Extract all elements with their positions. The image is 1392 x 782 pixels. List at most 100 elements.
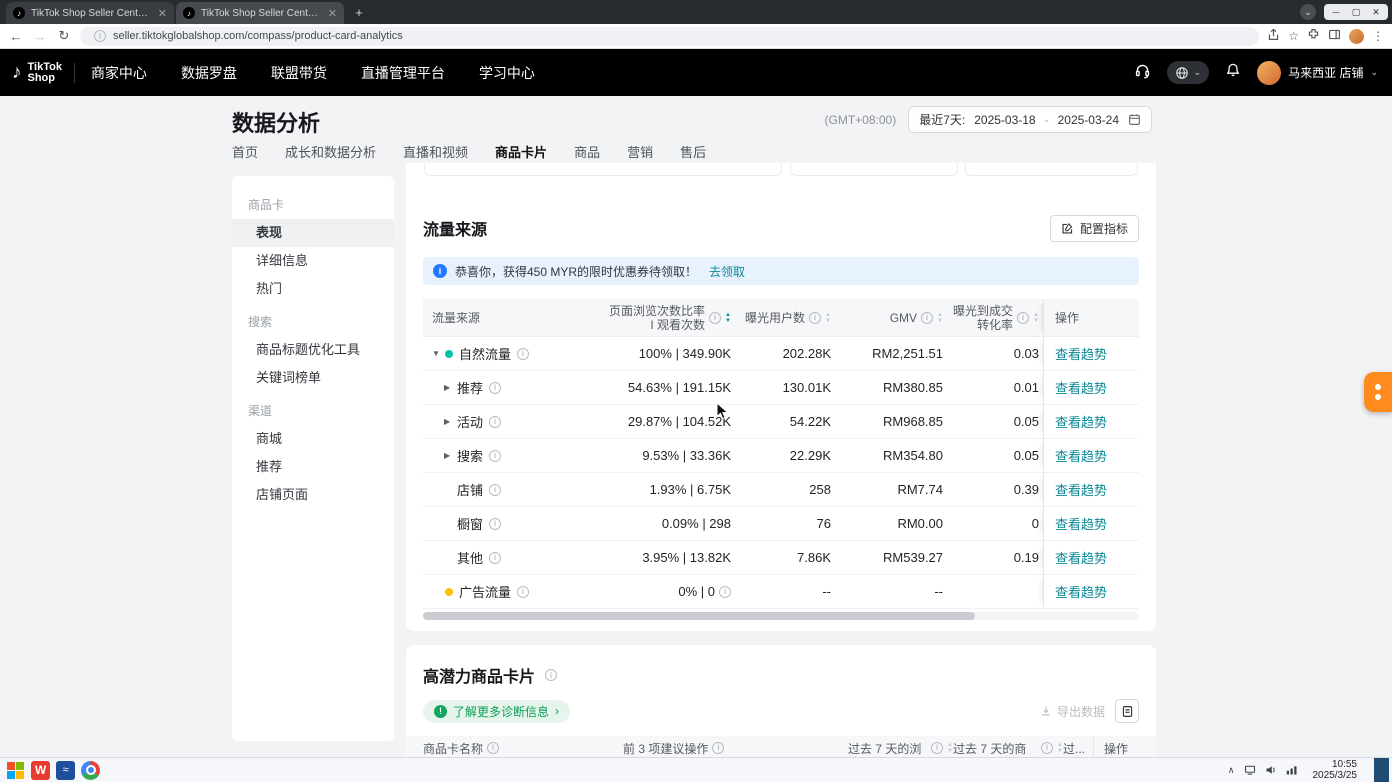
expand-caret-icon[interactable]: ▶ xyxy=(444,451,457,460)
minimize-button[interactable]: ─ xyxy=(1326,4,1346,20)
info-icon[interactable]: i xyxy=(517,348,529,360)
diagnosis-link[interactable]: ! 了解更多诊断信息 › xyxy=(423,700,570,723)
share-icon[interactable] xyxy=(1267,28,1280,44)
view-trend-link[interactable]: 查看趋势 xyxy=(1055,412,1107,431)
browser-tab[interactable]: ♪TikTok Shop Seller Center | Cr✕ xyxy=(6,2,174,24)
info-icon[interactable]: i xyxy=(809,312,821,324)
bookmark-star-icon[interactable]: ☆ xyxy=(1288,29,1299,43)
configure-metrics-button[interactable]: 配置指标 xyxy=(1050,215,1139,242)
tab-close-icon[interactable]: ✕ xyxy=(158,7,167,20)
info-icon[interactable]: i xyxy=(921,312,933,324)
nav-item[interactable]: 数据罗盘 xyxy=(181,63,237,83)
info-icon[interactable]: i xyxy=(1041,742,1053,754)
info-icon[interactable]: i xyxy=(487,742,499,754)
view-trend-link[interactable]: 查看趋势 xyxy=(1055,446,1107,465)
info-icon[interactable]: i xyxy=(489,518,501,530)
pageviews-cell: 0% | 0i xyxy=(573,575,731,608)
expand-caret-icon[interactable]: ▶ xyxy=(444,383,457,392)
site-info-icon[interactable]: i xyxy=(94,30,106,42)
info-icon[interactable]: i xyxy=(517,586,529,598)
extensions-icon[interactable] xyxy=(1307,28,1320,44)
close-button[interactable]: ✕ xyxy=(1366,4,1386,20)
report-button[interactable] xyxy=(1115,699,1139,723)
header-exposed-users[interactable]: 曝光用户数 i ▲▼ xyxy=(731,299,831,336)
sidebar-item[interactable]: 店铺页面 xyxy=(232,481,394,509)
floating-assistant-widget[interactable] xyxy=(1364,372,1392,412)
nav-item[interactable]: 学习中心 xyxy=(479,63,535,83)
info-icon[interactable]: i xyxy=(931,742,943,754)
export-data-button[interactable]: 导出数据 xyxy=(1040,703,1105,720)
back-button[interactable]: ← xyxy=(8,29,24,44)
nav-item[interactable]: 直播管理平台 xyxy=(361,63,445,83)
sort-icon[interactable]: ▲▼ xyxy=(1033,312,1039,324)
browser-profile-avatar[interactable] xyxy=(1349,29,1364,44)
tray-display-icon[interactable] xyxy=(1244,764,1256,776)
taskbar-clock[interactable]: 10:55 2025/3/25 xyxy=(1313,759,1358,781)
tiktok-note-icon: ♪ xyxy=(12,63,22,82)
info-icon[interactable]: i xyxy=(712,742,724,754)
sidebar-item[interactable]: 商城 xyxy=(232,425,394,453)
nav-item[interactable]: 商家中心 xyxy=(91,63,147,83)
header-pageviews[interactable]: 页面浏览次数比率 I 观看次数 i ▲▼ xyxy=(573,299,731,336)
reload-button[interactable]: ↻ xyxy=(56,28,72,44)
view-trend-link[interactable]: 查看趋势 xyxy=(1055,480,1107,499)
side-panel-icon[interactable] xyxy=(1328,28,1341,44)
new-tab-button[interactable]: + xyxy=(350,3,368,21)
header-gmv[interactable]: GMV i ▲▼ xyxy=(831,299,943,336)
info-icon[interactable]: i xyxy=(489,416,501,428)
page-tab[interactable]: 首页 xyxy=(232,142,258,170)
tab-close-icon[interactable]: ✕ xyxy=(328,7,337,20)
view-trend-link[interactable]: 查看趋势 xyxy=(1055,344,1107,363)
account-menu[interactable]: 马来西亚 店铺 ⌄ xyxy=(1257,61,1378,85)
browser-menu-icon[interactable]: ⋮ xyxy=(1372,29,1384,43)
view-trend-link[interactable]: 查看趋势 xyxy=(1055,548,1107,567)
info-icon[interactable]: i xyxy=(489,552,501,564)
header-conversion[interactable]: 曝光到成交转化率 i ▲▼ xyxy=(943,299,1043,336)
nav-item[interactable]: 联盟带货 xyxy=(271,63,327,83)
exposed-users-cell: 54.22K xyxy=(731,405,831,438)
sidebar-item[interactable]: 详细信息 xyxy=(232,247,394,275)
info-icon[interactable]: i xyxy=(489,450,501,462)
address-bar[interactable]: i seller.tiktokglobalshop.com/compass/pr… xyxy=(80,27,1259,46)
tray-chevron-icon[interactable]: ∧ xyxy=(1228,765,1235,776)
horizontal-scrollbar[interactable] xyxy=(423,612,1139,620)
forward-button[interactable]: → xyxy=(32,29,48,44)
view-trend-link[interactable]: 查看趋势 xyxy=(1055,378,1107,397)
view-trend-link[interactable]: 查看趋势 xyxy=(1055,514,1107,533)
taskbar-chrome-icon[interactable] xyxy=(81,761,100,780)
info-icon[interactable]: i xyxy=(489,382,501,394)
info-icon[interactable]: i xyxy=(709,312,721,324)
tab-search-button[interactable]: ⌄ xyxy=(1300,4,1316,20)
chevron-down-icon: ⌄ xyxy=(1370,67,1378,78)
action-cell: 查看趋势 xyxy=(1043,507,1139,540)
sidebar-item[interactable]: 商品标题优化工具 xyxy=(232,336,394,364)
browser-tab[interactable]: ♪TikTok Shop Seller Center | Cr✕ xyxy=(176,2,344,24)
taskbar-app-icon[interactable]: ≈ xyxy=(56,761,75,780)
start-button[interactable] xyxy=(6,761,25,780)
tray-network-icon[interactable] xyxy=(1286,764,1298,776)
claim-coupon-link[interactable]: 去领取 xyxy=(709,263,745,280)
taskbar-app-wps-icon[interactable]: W xyxy=(31,761,50,780)
info-icon[interactable]: i xyxy=(1017,312,1029,324)
info-icon[interactable]: i xyxy=(719,586,731,598)
view-trend-link[interactable]: 查看趋势 xyxy=(1055,582,1107,601)
notification-center-button[interactable] xyxy=(1374,758,1389,782)
scrollbar-thumb[interactable] xyxy=(423,612,975,620)
notifications-bell-icon[interactable] xyxy=(1225,62,1241,83)
sidebar-item[interactable]: 表现 xyxy=(232,219,394,247)
maximize-button[interactable]: ▢ xyxy=(1346,4,1366,20)
sidebar-item[interactable]: 关键词榜单 xyxy=(232,364,394,392)
traffic-source-label: 活动 xyxy=(457,412,483,431)
page-tab[interactable]: 成长和数据分析 xyxy=(285,142,376,170)
sidebar-item[interactable]: 热门 xyxy=(232,275,394,303)
expand-caret-icon[interactable]: ▼ xyxy=(432,349,445,358)
info-icon[interactable]: i xyxy=(545,669,557,681)
info-icon[interactable]: i xyxy=(489,484,501,496)
tray-volume-icon[interactable] xyxy=(1265,764,1277,776)
sidebar-item[interactable]: 推荐 xyxy=(232,453,394,481)
support-headset-icon[interactable] xyxy=(1134,62,1151,84)
tiktok-shop-logo[interactable]: ♪ TikTokShop xyxy=(0,62,74,84)
expand-caret-icon[interactable]: ▶ xyxy=(444,417,457,426)
language-selector[interactable]: ⌄ xyxy=(1167,61,1210,84)
date-range-picker[interactable]: 最近7天: 2025-03-18 - 2025-03-24 xyxy=(908,106,1152,133)
